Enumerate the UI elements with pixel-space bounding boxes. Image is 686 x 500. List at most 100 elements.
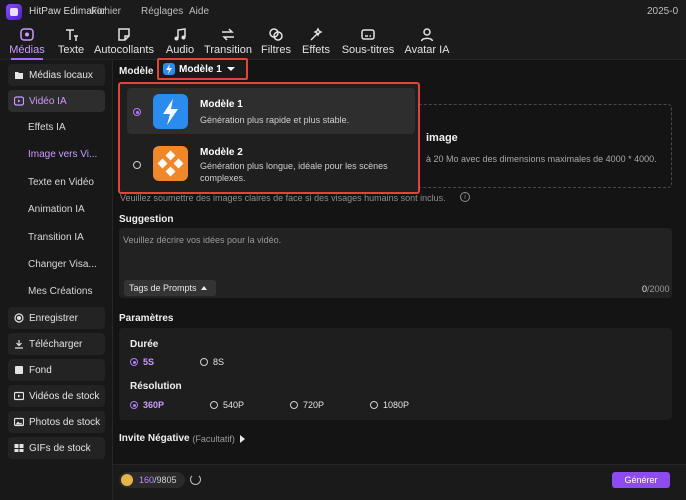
menu-fichier[interactable]: Fichier [91, 6, 121, 17]
chevron-down-icon [226, 67, 235, 71]
tab-label: Audio [165, 44, 195, 56]
radio-on-icon [130, 401, 138, 409]
option-label: 8S [213, 357, 225, 367]
sidebar-item-video-ia[interactable]: Vidéo IA [8, 90, 105, 112]
sticker-icon [118, 28, 130, 41]
ai-video-icon [14, 96, 24, 106]
app-logo-icon [6, 4, 22, 20]
tab-effets[interactable]: Effets [300, 24, 332, 60]
option-label: 720P [303, 400, 325, 410]
subtitles-icon [361, 29, 375, 40]
gif-icon [14, 444, 24, 452]
tab-label: Avatar IA [404, 44, 450, 56]
sidebar-item-label: GIFs de stock [29, 442, 91, 454]
char-counter: 0/2000 [642, 284, 670, 294]
resolution-720p-option[interactable]: 720P [290, 400, 324, 410]
model-1-desc: Génération plus rapide et plus stable. [200, 115, 350, 125]
radio-off-icon [200, 358, 208, 366]
menu-reglages[interactable]: Réglages [141, 6, 183, 17]
model-1-title: Modèle 1 [200, 99, 243, 110]
sidebar-sub-effets-ia[interactable]: Effets IA [28, 122, 66, 133]
effects-icon [310, 27, 323, 41]
model-select-value: Modèle 1 [179, 63, 222, 75]
tab-transition[interactable]: Transition [204, 24, 252, 60]
sidebar-item-label: Enregistrer [29, 312, 78, 324]
lightning-icon [163, 63, 175, 75]
credits-badge: 160/9805 [119, 472, 185, 488]
download-icon [15, 340, 23, 349]
audio-icon [174, 28, 186, 41]
tab-avatar-ia[interactable]: Avatar IA [404, 24, 450, 60]
char-max: /2000 [647, 284, 670, 294]
option-label: 540P [223, 400, 245, 410]
credits-used: 160 [139, 475, 155, 485]
model-2-title: Modèle 2 [200, 147, 243, 158]
model-2-desc: Génération plus longue, idéale pour les … [200, 161, 388, 183]
sidebar-item-medias-locaux[interactable]: Médias locaux [8, 64, 105, 86]
radio-off-icon [370, 401, 378, 409]
sidebar-sub-animation-ia[interactable]: Animation IA [28, 204, 85, 215]
tab-medias[interactable]: Médias [7, 24, 47, 60]
tab-label: Texte [57, 44, 85, 56]
sidebar-item-telecharger[interactable]: Télécharger [8, 333, 105, 355]
resolution-label: Résolution [130, 381, 182, 392]
duration-5s-option[interactable]: 5S [130, 357, 154, 367]
record-icon [14, 313, 24, 323]
resolution-360p-option[interactable]: 360P [130, 400, 164, 410]
tab-label: Transition [204, 44, 252, 56]
option-label: 5S [143, 357, 155, 367]
tab-label: Filtres [261, 44, 291, 56]
sidebar-sub-mes-creations[interactable]: Mes Créations [28, 286, 92, 297]
sidebar-sub-changer-visage[interactable]: Changer Visa... [28, 259, 97, 270]
info-icon[interactable]: i [460, 192, 470, 202]
radio-off-icon [290, 401, 298, 409]
sidebar-item-label: Médias locaux [29, 69, 93, 81]
negative-prompt-optional: (Facultatif) [192, 433, 235, 444]
coin-icon [121, 474, 133, 486]
sidebar-item-label: Photos de stock [29, 416, 101, 428]
sidebar-item-fond[interactable]: Fond [8, 359, 105, 381]
upload-note: Veuillez soumettre des images claires de… [120, 193, 446, 203]
lightning-icon [153, 94, 188, 129]
negative-prompt-toggle[interactable]: Invite Négative (Facultatif) [119, 433, 245, 444]
stock-video-icon [14, 391, 24, 401]
avatar-icon [420, 28, 434, 42]
negative-prompt-label: Invite Négative [119, 433, 190, 444]
date-text: 2025-0 [647, 6, 679, 17]
tab-sous-titres[interactable]: Sous-titres [340, 24, 396, 60]
tab-label: Médias [9, 44, 45, 56]
sidebar-item-photos-de-stock[interactable]: Photos de stock [8, 411, 105, 433]
sidebar-item-gifs-de-stock[interactable]: GIFs de stock [8, 437, 105, 459]
sidebar-item-label: Vidéos de stock [29, 390, 100, 402]
tab-label: Sous-titres [341, 44, 395, 56]
resolution-540p-option[interactable]: 540P [210, 400, 244, 410]
tab-autocollants[interactable]: Autocollants [94, 24, 154, 60]
prompt-tags-button[interactable]: Tags de Prompts [124, 280, 216, 296]
diamond-cluster-icon [153, 146, 188, 181]
model-label: Modèle [119, 66, 154, 77]
tab-audio[interactable]: Audio [164, 24, 196, 60]
resolution-1080p-option[interactable]: 1080P [370, 400, 409, 410]
sidebar-sub-transition-ia[interactable]: Transition IA [28, 232, 84, 243]
prompt-tags-label: Tags de Prompts [129, 283, 197, 293]
generate-button[interactable]: Générer [612, 472, 670, 488]
sidebar-sub-image-vers-video[interactable]: Image vers Vi... [28, 149, 97, 160]
filter-icon [269, 28, 283, 41]
chevron-right-icon [239, 434, 245, 443]
tab-texte[interactable]: Texte [54, 24, 88, 60]
sidebar-item-videos-de-stock[interactable]: Vidéos de stock [8, 385, 105, 407]
duration-8s-option[interactable]: 8S [200, 357, 224, 367]
model-1-radio[interactable] [133, 108, 141, 116]
menu-aide[interactable]: Aide [189, 6, 209, 17]
tab-filtres[interactable]: Filtres [260, 24, 292, 60]
sidebar-item-enregistrer[interactable]: Enregistrer [8, 307, 105, 329]
model-2-radio[interactable] [133, 161, 141, 169]
chevron-up-icon [200, 286, 207, 290]
duration-label: Durée [130, 339, 159, 350]
option-label: 1080P [383, 400, 410, 410]
sidebar-sub-texte-en-video[interactable]: Texte en Vidéo [28, 177, 94, 188]
model-select[interactable]: Modèle 1 [157, 58, 248, 80]
option-label: 360P [143, 400, 165, 410]
refresh-icon[interactable] [190, 474, 201, 485]
text-icon [66, 29, 78, 41]
